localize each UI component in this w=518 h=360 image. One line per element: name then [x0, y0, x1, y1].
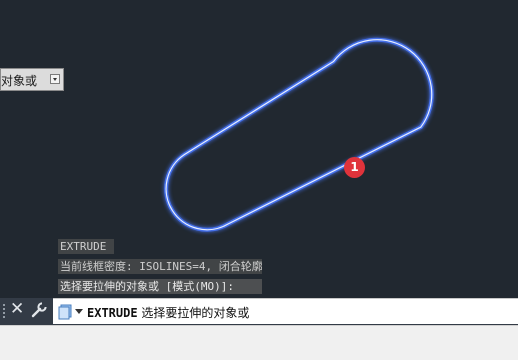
- close-icon[interactable]: ✕: [10, 299, 24, 319]
- slot-outline[interactable]: [164, 37, 434, 232]
- history-line: 当前线框密度: ISOLINES=4, 闭合轮廓创建模式: [58, 259, 262, 274]
- command-prompt-tooltip: 对象或: [0, 68, 64, 91]
- command-name: EXTRUDE: [87, 306, 138, 320]
- history-line: EXTRUDE: [58, 239, 114, 254]
- step-marker: 1: [344, 157, 365, 178]
- history-line: 选择要拉伸的对象或 [模式(MO)]:: [58, 279, 262, 294]
- command-history-icon[interactable]: [57, 304, 73, 324]
- command-prompt: EXTRUDE 选择要拉伸的对象或: [87, 304, 249, 321]
- chevron-down-icon[interactable]: [75, 309, 83, 314]
- wrench-icon[interactable]: [30, 301, 48, 323]
- slot-outline-core: [165, 39, 433, 231]
- drag-handle-icon[interactable]: [2, 303, 6, 320]
- status-area: [0, 325, 518, 360]
- prompt-text: 选择要拉伸的对象或: [141, 306, 250, 320]
- drawing-canvas[interactable]: [0, 0, 518, 300]
- command-input[interactable]: EXTRUDE 选择要拉伸的对象或: [53, 298, 518, 324]
- dropdown-arrow-icon[interactable]: [50, 74, 60, 84]
- command-bar: ✕ EXTRUDE 选择要拉伸的对象或: [0, 298, 518, 325]
- tooltip-text: 对象或: [1, 74, 38, 88]
- drawing-viewport[interactable]: 对象或 1 EXTRUDE 当前线框密度: ISOLINES=4, 闭合轮廓创建…: [0, 0, 518, 300]
